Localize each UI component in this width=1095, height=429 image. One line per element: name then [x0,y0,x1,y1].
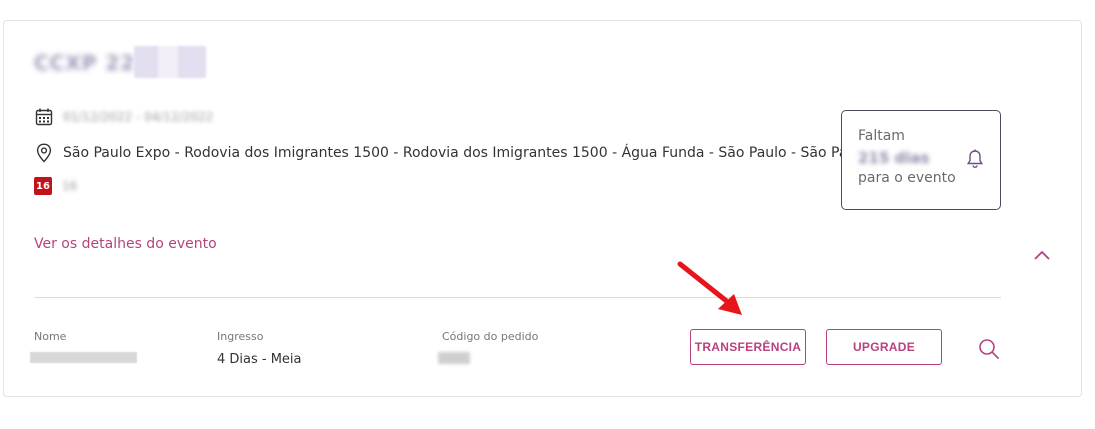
order-ticket-label: Ingresso [217,330,264,343]
calendar-icon [34,107,54,127]
order-name-label: Nome [34,330,67,343]
event-location-row: São Paulo Expo - Rodovia dos Imigrantes … [34,143,869,163]
order-code-redaction [438,352,470,364]
age-rating-row: 16 16 [34,177,77,195]
event-title: CCXP 22 [34,51,136,75]
order-ticket-value: 4 Dias - Meia [217,352,302,367]
event-location: São Paulo Expo - Rodovia dos Imigrantes … [63,145,869,161]
countdown-box: Faltam 215 dias para o evento [841,110,1001,210]
order-code-field: Código do pedido [442,330,538,343]
order-name-redaction [30,352,137,363]
bell-icon[interactable] [964,148,986,170]
event-title-redaction [134,46,206,78]
age-rating-badge: 16 [34,177,52,195]
age-rating-text: 16 [62,179,78,193]
transfer-button[interactable]: TRANSFERÊNCIA [690,329,806,365]
event-date: 01/12/2022 - 04/12/2022 [63,110,214,124]
location-pin-icon [34,143,54,163]
chevron-up-icon[interactable] [1032,247,1052,261]
section-divider [34,297,1001,298]
upgrade-button[interactable]: UPGRADE [826,329,942,365]
order-code-label: Código do pedido [442,330,539,343]
ticket-card: CCXP 22 01/12/2022 - 04/12/2022 São Paul… [3,20,1082,397]
event-date-row: 01/12/2022 - 04/12/2022 [34,107,213,127]
countdown-suffix: para o evento [858,170,956,186]
event-details-link[interactable]: Ver os detalhes do evento [34,236,217,252]
order-name-field: Nome [34,330,66,343]
search-icon[interactable] [977,337,1001,361]
order-ticket-field: Ingresso 4 Dias - Meia [217,330,302,367]
countdown-prefix: Faltam [858,128,905,144]
